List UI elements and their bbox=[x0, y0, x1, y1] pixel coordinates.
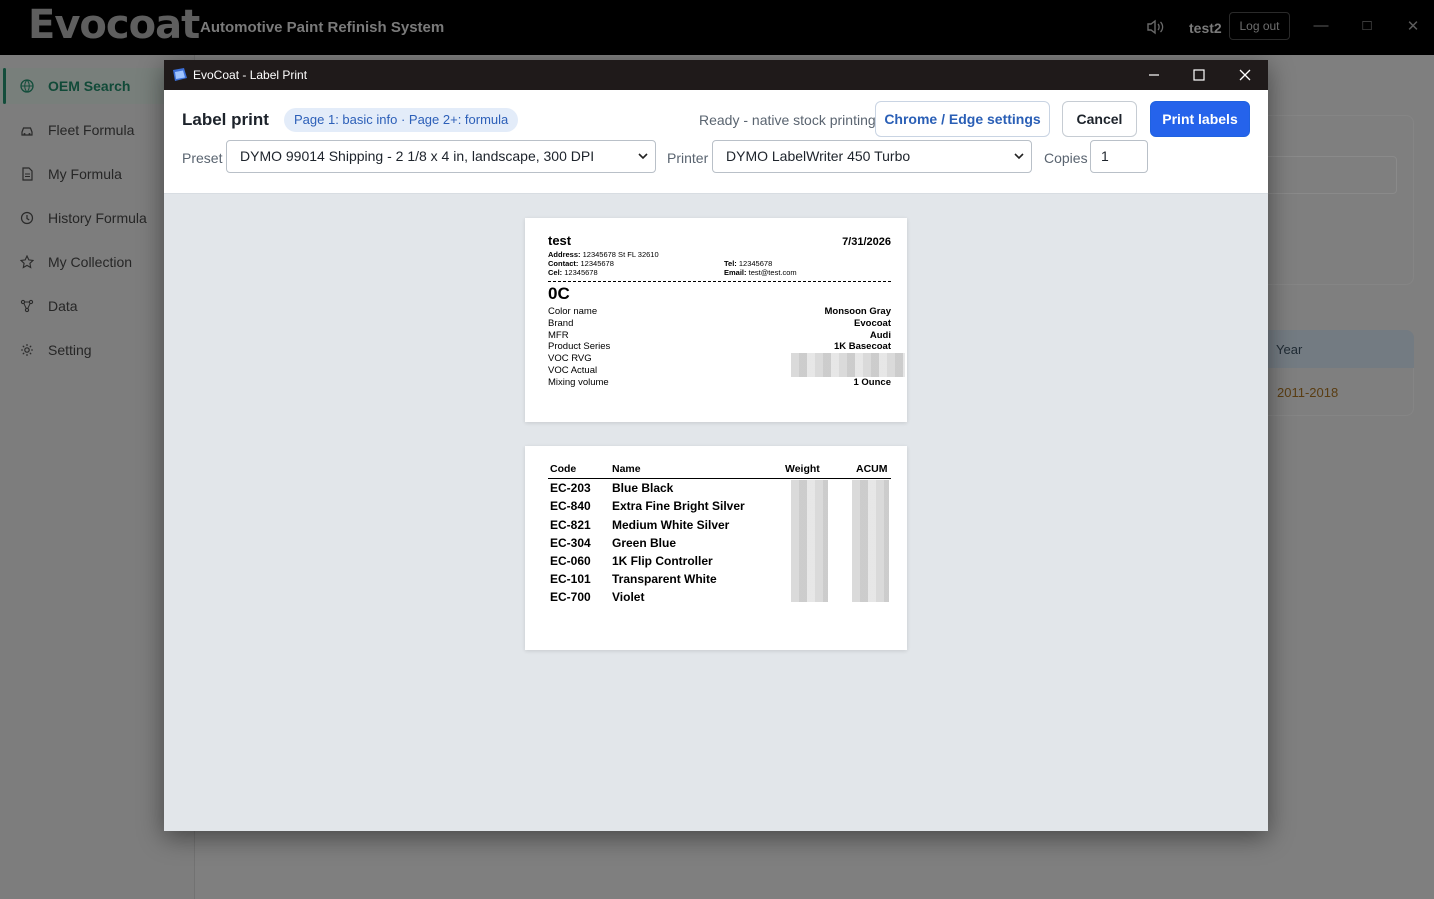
formula-code: EC-304 bbox=[550, 536, 591, 550]
year-cell: 2011-2018 bbox=[1277, 385, 1339, 400]
product-series-value: 1K Basecoat bbox=[833, 341, 891, 352]
printer-status: Ready - native stock printing bbox=[699, 112, 876, 128]
history-icon bbox=[20, 211, 34, 225]
dialog-titlebar[interactable]: EvoCoat - Label Print bbox=[164, 60, 1268, 90]
sidebar-item-label: My Formula bbox=[48, 166, 122, 182]
car-icon bbox=[21, 127, 33, 136]
label-preview-formula: Code Name Weight ACUM EC-203 Blue Black … bbox=[525, 446, 907, 650]
print-toolbar: Label print Page 1: basic info · Page 2+… bbox=[164, 90, 1268, 194]
redacted-voc-values bbox=[791, 353, 905, 377]
cel-line: Cel: 12345678 bbox=[548, 268, 598, 277]
print-labels-button[interactable]: Print labels bbox=[1150, 101, 1250, 137]
sidebar-item-label: My Collection bbox=[48, 254, 133, 270]
speaker-icon[interactable] bbox=[1146, 19, 1164, 35]
formula-name: Blue Black bbox=[612, 481, 674, 495]
app-header: Evocoat Automotive Paint Refinish System… bbox=[0, 0, 1434, 55]
sidebar-item-label: Setting bbox=[48, 342, 92, 358]
printer-value: DYMO LabelWriter 450 Turbo bbox=[726, 148, 911, 164]
sidebar-item-label: Fleet Formula bbox=[48, 122, 135, 138]
sidebar-item-label: OEM Search bbox=[48, 78, 131, 94]
label-date: 7/31/2026 bbox=[842, 236, 891, 248]
chevron-down-icon bbox=[638, 153, 648, 160]
color-name-value: Monsoon Gray bbox=[824, 306, 891, 317]
column-header-code: Code bbox=[550, 463, 577, 475]
formula-code: EC-203 bbox=[550, 481, 591, 495]
pages-hint-badge: Page 1: basic info · Page 2+: formula bbox=[284, 108, 519, 132]
column-header-weight: Weight bbox=[785, 463, 820, 475]
tel-line: Tel: 12345678 bbox=[724, 259, 773, 268]
globe-icon bbox=[20, 79, 34, 93]
app-tagline: Automotive Paint Refinish System bbox=[200, 19, 445, 36]
column-header-acum: ACUM bbox=[856, 463, 888, 475]
email-line: Email: test@test.com bbox=[724, 268, 797, 277]
color-name-key: Color name bbox=[548, 306, 598, 317]
close-icon[interactable] bbox=[1236, 66, 1254, 84]
copies-label: Copies bbox=[1044, 150, 1088, 166]
minimize-icon[interactable]: — bbox=[1311, 17, 1331, 34]
mfr-key: MFR bbox=[548, 330, 569, 341]
preset-value: DYMO 99014 Shipping - 2 1/8 x 4 in, land… bbox=[240, 148, 595, 164]
current-user: test2 bbox=[1189, 20, 1222, 36]
formula-name: 1K Flip Controller bbox=[612, 554, 713, 568]
sidebar-item-label: Data bbox=[48, 298, 78, 314]
mixing-volume-value: 1 Ounce bbox=[853, 377, 892, 388]
cancel-button[interactable]: Cancel bbox=[1062, 101, 1137, 137]
printer-select[interactable]: DYMO LabelWriter 450 Turbo bbox=[712, 140, 1032, 173]
minimize-icon[interactable] bbox=[1145, 66, 1163, 84]
formula-name: Transparent White bbox=[612, 572, 717, 586]
mixing-volume-key: Mixing volume bbox=[548, 377, 609, 388]
label-preview-basic-info: test 7/31/2026 Address: 12345678 St FL 3… bbox=[525, 218, 907, 422]
dialog-title: EvoCoat - Label Print bbox=[193, 68, 308, 82]
voc-rvg-key: VOC RVG bbox=[548, 353, 592, 364]
column-header-name: Name bbox=[612, 463, 641, 475]
formula-code: EC-101 bbox=[550, 572, 591, 586]
formula-code: EC-821 bbox=[550, 518, 591, 532]
app-logo: Evocoat bbox=[28, 2, 200, 48]
formula-name: Green Blue bbox=[612, 536, 677, 550]
branch-icon bbox=[20, 299, 34, 313]
formula-code: EC-840 bbox=[550, 499, 591, 513]
mfr-value: Audi bbox=[869, 330, 891, 341]
brand-value: Evocoat bbox=[854, 318, 891, 329]
column-header-year: Year bbox=[1276, 342, 1303, 357]
color-code: 0C bbox=[548, 284, 570, 303]
address-line: Address: 12345678 St FL 32610 bbox=[548, 250, 659, 259]
gear-icon bbox=[21, 344, 33, 356]
table-header-rule bbox=[548, 478, 891, 479]
document-icon bbox=[22, 167, 33, 181]
app-icon bbox=[173, 68, 187, 81]
product-series-key: Product Series bbox=[548, 341, 611, 352]
label-print-dialog: EvoCoat - Label Print Label print Page 1… bbox=[164, 60, 1268, 831]
logout-button[interactable]: Log out bbox=[1229, 12, 1290, 40]
redacted-acum-column bbox=[852, 480, 889, 602]
preset-label: Preset bbox=[182, 150, 223, 166]
maximize-icon[interactable]: □ bbox=[1357, 17, 1377, 34]
sidebar-item-label: History Formula bbox=[48, 210, 147, 226]
maximize-icon[interactable] bbox=[1190, 66, 1208, 84]
star-icon bbox=[20, 255, 34, 269]
redacted-weight-column bbox=[791, 480, 828, 602]
contact-line: Contact: 12345678 bbox=[548, 259, 614, 268]
chrome-edge-settings-button[interactable]: Chrome / Edge settings bbox=[875, 101, 1050, 137]
dashed-divider bbox=[548, 281, 891, 282]
close-icon[interactable]: ✕ bbox=[1403, 17, 1423, 35]
dialog-heading: Label print bbox=[182, 110, 269, 129]
printer-label: Printer bbox=[667, 150, 709, 166]
formula-code: EC-060 bbox=[550, 554, 591, 568]
shop-name: test bbox=[548, 233, 572, 248]
voc-actual-key: VOC Actual bbox=[548, 365, 598, 376]
formula-name: Medium White Silver bbox=[612, 518, 730, 532]
chevron-down-icon bbox=[1014, 153, 1024, 160]
preset-select[interactable]: DYMO 99014 Shipping - 2 1/8 x 4 in, land… bbox=[226, 140, 656, 173]
formula-code: EC-700 bbox=[550, 590, 591, 604]
formula-name: Extra Fine Bright Silver bbox=[612, 499, 745, 513]
formula-name: Violet bbox=[612, 590, 645, 604]
copies-input[interactable]: 1 bbox=[1090, 140, 1148, 173]
brand-key: Brand bbox=[548, 318, 574, 329]
